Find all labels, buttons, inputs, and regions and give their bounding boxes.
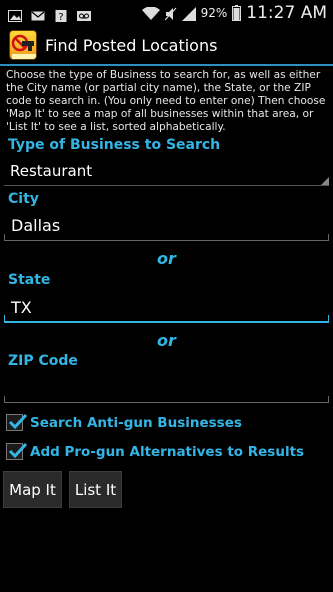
state-value: TX	[11, 298, 32, 317]
app-logo-icon[interactable]	[9, 30, 37, 60]
city-label: City	[8, 191, 39, 207]
business-type-spinner[interactable]: Restaurant	[4, 158, 329, 186]
antigun-checkbox-row[interactable]: Search Anti-gun Businesses	[6, 413, 242, 431]
antigun-checkbox-label: Search Anti-gun Businesses	[30, 414, 242, 431]
progun-checkbox-label: Add Pro-gun Alternatives to Results	[30, 443, 305, 460]
state-input[interactable]: TX	[4, 293, 329, 323]
instructions-text: Choose the type of Business to search fo…	[6, 69, 326, 133]
progun-checkbox[interactable]	[6, 442, 27, 460]
voicemail-icon	[77, 7, 91, 21]
list-it-button[interactable]: List It	[69, 471, 122, 508]
or-separator-1: or	[157, 249, 176, 268]
or-separator-2: or	[157, 331, 176, 350]
battery-percentage: 92%	[200, 5, 228, 20]
checkmark-icon	[8, 413, 27, 430]
battery-icon	[232, 4, 242, 21]
app-title: Find Posted Locations	[45, 35, 218, 55]
zip-label: ZIP Code	[8, 353, 78, 369]
state-label: State	[8, 272, 51, 288]
svg-text:?: ?	[58, 12, 63, 22]
dropdown-arrow-icon	[321, 177, 329, 185]
city-value: Dallas	[11, 216, 61, 235]
business-type-value: Restaurant	[10, 162, 93, 180]
status-bar: ? 92% 11:27 AM	[0, 0, 333, 25]
mute-icon	[164, 6, 177, 20]
action-bar: Find Posted Locations	[0, 26, 333, 66]
wifi-icon	[141, 5, 160, 20]
signal-icon	[181, 6, 196, 21]
city-input[interactable]: Dallas	[4, 211, 329, 241]
unknown-file-icon: ?	[54, 7, 68, 23]
mail-icon	[31, 7, 45, 20]
clock: 11:27 AM	[246, 2, 327, 23]
map-it-button[interactable]: Map It	[3, 471, 62, 508]
checkmark-icon	[8, 442, 27, 459]
zip-input[interactable]	[4, 373, 329, 403]
business-type-label: Type of Business to Search	[8, 137, 221, 153]
antigun-checkbox[interactable]	[6, 413, 27, 431]
image-icon	[8, 7, 22, 22]
progun-checkbox-row[interactable]: Add Pro-gun Alternatives to Results	[6, 442, 305, 460]
